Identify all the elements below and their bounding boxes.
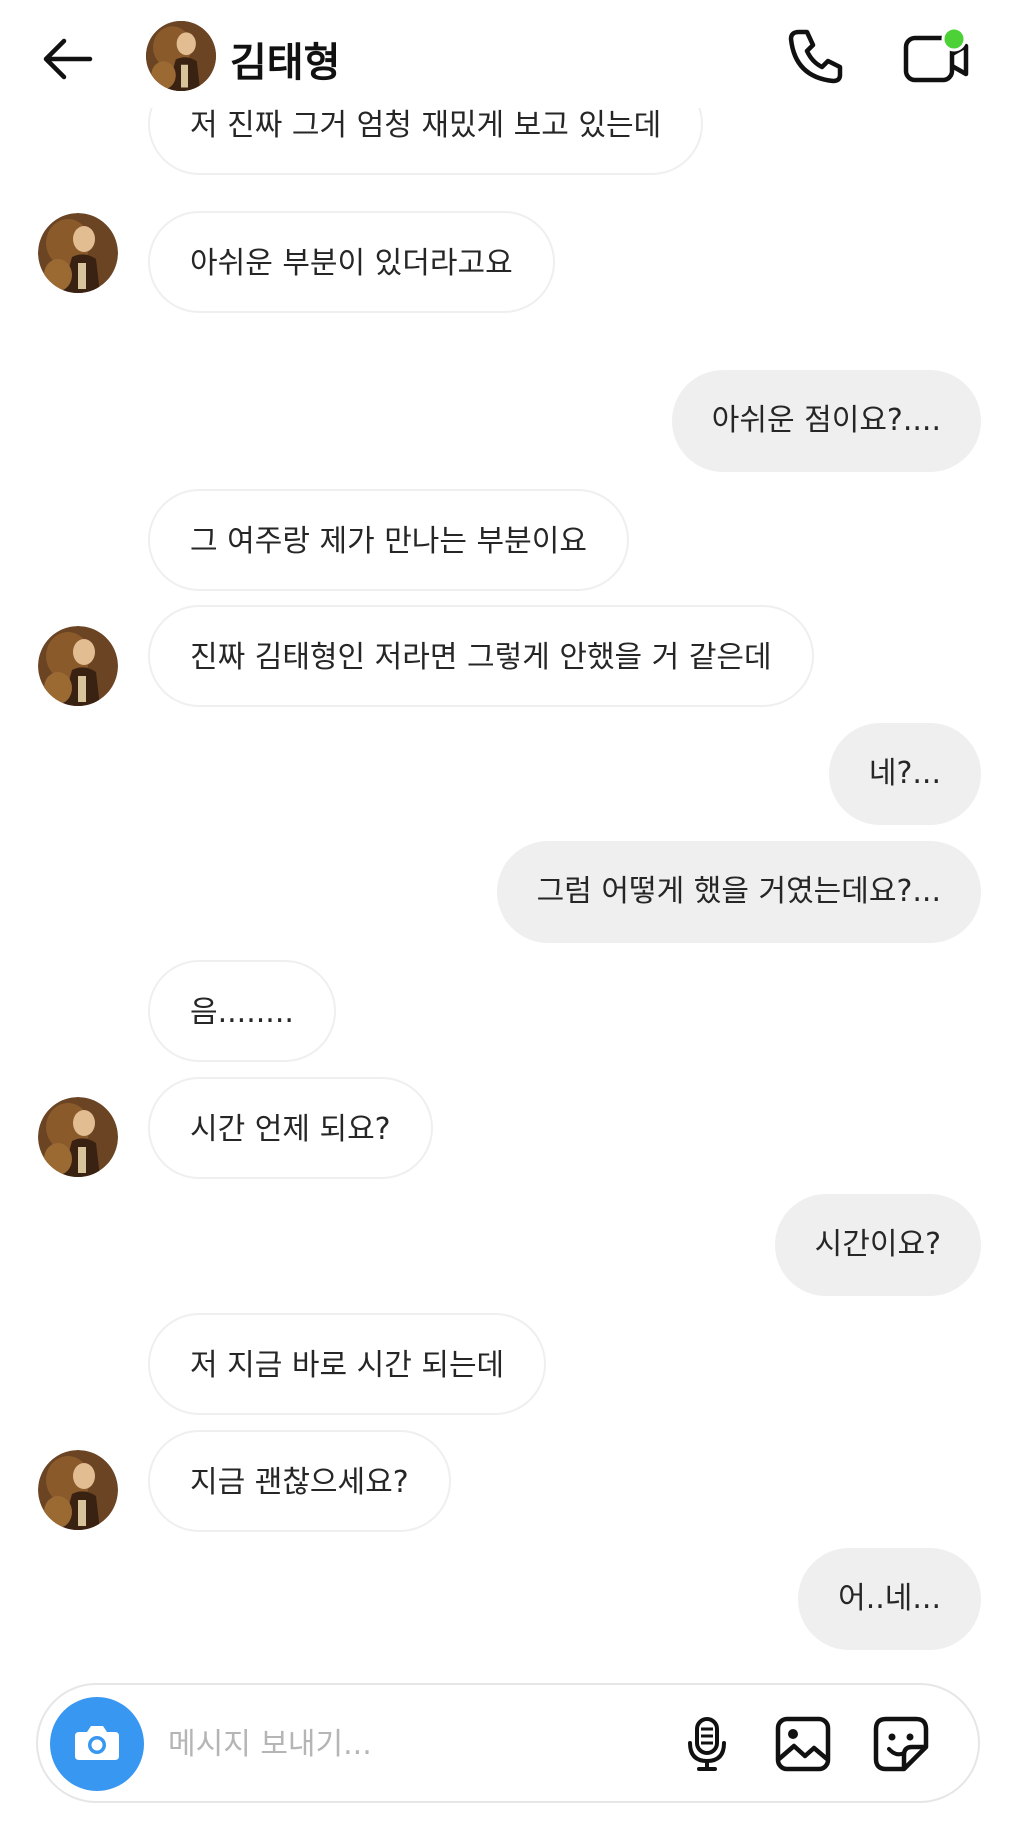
sticker-icon[interactable] — [872, 1715, 930, 1773]
outgoing-message[interactable]: 어..네... — [798, 1548, 981, 1650]
message-composer — [36, 1683, 980, 1803]
message-input[interactable] — [166, 1715, 650, 1773]
gallery-icon[interactable] — [774, 1715, 832, 1773]
microphone-icon[interactable] — [678, 1715, 736, 1773]
sender-avatar[interactable] — [38, 1450, 118, 1530]
chat-header: 김태형 — [0, 0, 1017, 108]
incoming-message[interactable]: 진짜 김태형인 저라면 그렇게 안했을 거 같은데 — [148, 605, 814, 707]
incoming-message[interactable]: 음........ — [148, 960, 336, 1062]
contact-avatar[interactable] — [146, 21, 216, 91]
outgoing-message[interactable]: 시간이요? — [774, 1194, 981, 1296]
incoming-message[interactable]: 그 여주랑 제가 만나는 부분이요 — [148, 489, 629, 591]
outgoing-message[interactable]: 네?... — [828, 723, 981, 825]
back-arrow-icon[interactable] — [36, 28, 98, 90]
incoming-message[interactable]: 시간 언제 되요? — [148, 1077, 433, 1179]
incoming-message[interactable]: 아쉬운 부분이 있더라고요 — [148, 211, 555, 313]
phone-icon[interactable] — [782, 24, 848, 90]
incoming-message[interactable]: 지금 괜찮으세요? — [148, 1430, 451, 1532]
online-status-dot — [941, 26, 967, 52]
incoming-message[interactable]: 저 지금 바로 시간 되는데 — [148, 1313, 547, 1415]
sender-avatar[interactable] — [38, 626, 118, 706]
video-call-icon[interactable] — [902, 24, 974, 90]
sender-avatar[interactable] — [38, 213, 118, 293]
camera-icon — [73, 1722, 121, 1766]
contact-name[interactable]: 김태형 — [230, 30, 340, 88]
incoming-message[interactable]: 저 진짜 그거 엄청 재밌게 보고 있는데 — [148, 108, 704, 175]
message-list[interactable]: 저 진짜 그거 엄청 재밌게 보고 있는데 아쉬운 부분이 있더라고요 아쉬운 … — [0, 108, 1017, 1668]
camera-button[interactable] — [50, 1697, 144, 1791]
outgoing-message[interactable]: 그럼 어떻게 했을 거였는데요?... — [496, 841, 981, 943]
outgoing-message[interactable]: 아쉬운 점이요?.... — [671, 370, 981, 472]
sender-avatar[interactable] — [38, 1097, 118, 1177]
